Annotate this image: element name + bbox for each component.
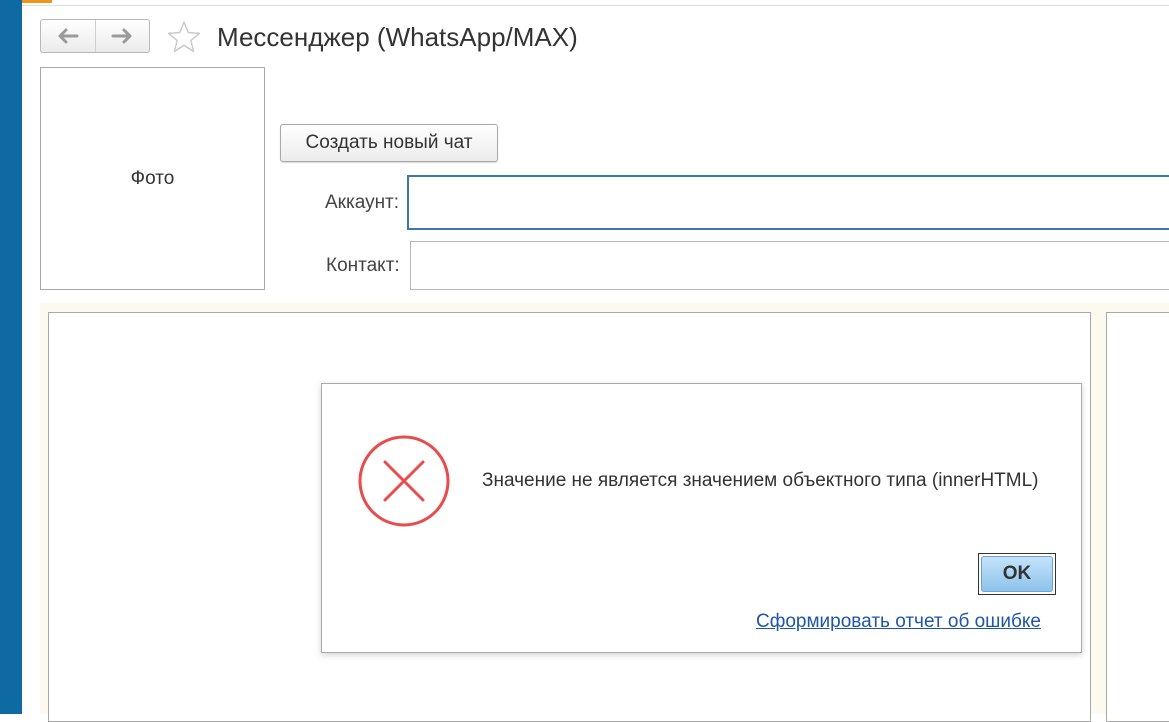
error-x-icon: [358, 435, 450, 527]
account-label: Аккаунт:: [325, 192, 400, 213]
error-message: Значение не является значением объектног…: [482, 470, 1039, 491]
error-report-link[interactable]: Сформировать отчет об ошибке: [756, 611, 1041, 633]
back-button[interactable]: [41, 20, 95, 52]
star-outline-icon: [167, 21, 201, 53]
favorite-button[interactable]: [166, 20, 202, 54]
ok-button-label: OK: [981, 556, 1053, 592]
forward-button[interactable]: [94, 20, 150, 52]
side-panel[interactable]: [1106, 312, 1169, 722]
page-title: Мессенджер (WhatsApp/MAX): [217, 22, 578, 52]
contact-label: Контакт:: [326, 255, 400, 276]
error-dialog: Значение не является значением объектног…: [321, 383, 1082, 653]
left-sidebar-bar: [0, 0, 22, 714]
arrow-right-icon: [111, 28, 132, 44]
top-strip: [22, 0, 1169, 6]
photo-field[interactable]: Фото: [40, 67, 265, 290]
navigation-buttons: [40, 19, 150, 53]
photo-label: Фото: [130, 167, 175, 189]
top-accent: [22, 0, 52, 3]
ok-button[interactable]: OK: [978, 553, 1056, 595]
account-input[interactable]: [407, 175, 1169, 230]
create-new-chat-button[interactable]: Создать новый чат: [280, 124, 498, 162]
arrow-left-icon: [58, 28, 79, 44]
contact-input[interactable]: [410, 241, 1169, 290]
